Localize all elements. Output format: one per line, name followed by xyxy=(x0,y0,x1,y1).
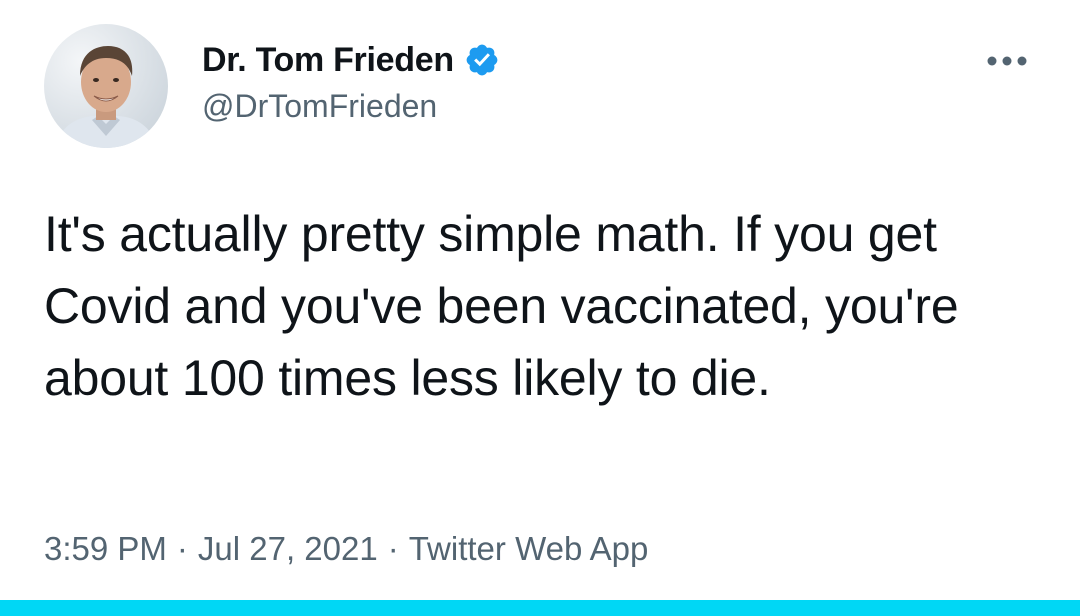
tweet-time[interactable]: 3:59 PM xyxy=(44,530,167,567)
bottom-accent-bar xyxy=(0,600,1080,616)
author-handle[interactable]: @DrTomFrieden xyxy=(202,88,437,125)
meta-separator: · xyxy=(176,530,188,567)
verified-badge-icon xyxy=(466,44,498,76)
author-name-row[interactable]: Dr. Tom Frieden xyxy=(202,38,500,82)
tweet-metadata: 3:59 PM · Jul 27, 2021 · Twitter Web App xyxy=(44,530,648,568)
tweet-source[interactable]: Twitter Web App xyxy=(409,530,649,567)
author-display-name[interactable]: Dr. Tom Frieden xyxy=(202,41,454,80)
tweet-text: It's actually pretty simple math. If you… xyxy=(44,206,959,406)
ellipsis-icon xyxy=(987,56,1027,66)
tweet-date[interactable]: Jul 27, 2021 xyxy=(198,530,378,567)
more-options-button[interactable] xyxy=(986,54,1028,68)
meta-separator: · xyxy=(387,530,399,567)
profile-photo-icon xyxy=(44,24,168,148)
tweet-card: Dr. Tom Frieden @DrTomFrieden It's actua… xyxy=(0,0,1080,616)
avatar[interactable] xyxy=(44,24,168,148)
